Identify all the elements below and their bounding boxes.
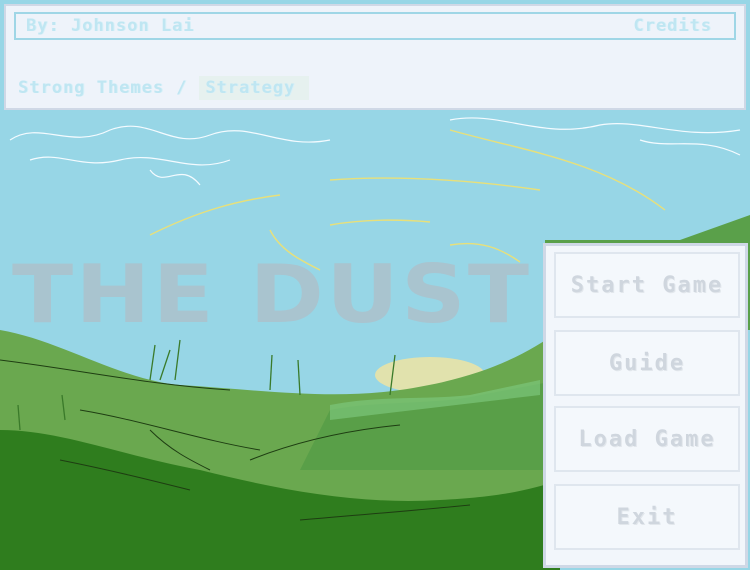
credits-link[interactable]: Credits	[633, 16, 712, 36]
genre-separator: /	[176, 78, 188, 98]
exit-button[interactable]: Exit	[554, 484, 740, 550]
author-label: By: Johnson Lai	[26, 16, 195, 36]
genre-primary: Strong Themes	[18, 78, 165, 98]
start-game-button[interactable]: Start Game	[554, 252, 740, 318]
start-game-label: Start Game	[570, 272, 724, 298]
info-bar: By: Johnson Lai Credits	[14, 12, 736, 40]
genre-secondary: Strategy	[199, 76, 310, 100]
game-title: THE DUST	[12, 248, 532, 341]
load-game-label: Load Game	[578, 426, 716, 452]
guide-label: Guide	[608, 350, 686, 376]
info-panel: By: Johnson Lai Credits Strong Themes / …	[4, 4, 746, 110]
load-game-button[interactable]: Load Game	[554, 406, 740, 472]
main-menu: Start Game Guide Load Game Exit	[543, 243, 748, 568]
guide-button[interactable]: Guide	[554, 330, 740, 396]
genre-tags: Strong Themes / Strategy	[18, 76, 310, 100]
exit-label: Exit	[616, 504, 678, 530]
